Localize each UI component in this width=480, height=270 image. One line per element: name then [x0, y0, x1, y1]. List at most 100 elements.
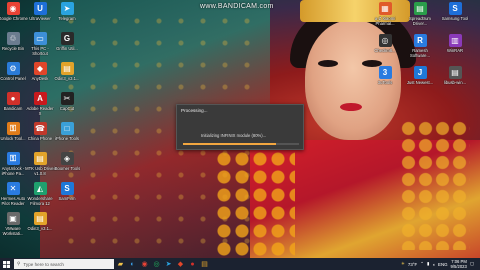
- progress-bar: [183, 143, 299, 145]
- tool-icon[interactable]: ▤: [199, 259, 210, 270]
- desktop-icon-label: Just Newest...: [406, 80, 434, 85]
- desktop-icon-label: Adobe Reader X: [26, 106, 54, 116]
- hermes-auto-pilot-reader-icon: ✕: [6, 182, 20, 195]
- desktop-icon-winrar[interactable]: ▥ WinRAR: [440, 34, 470, 53]
- language-indicator[interactable]: ENG: [438, 262, 448, 267]
- desktop-icon-label: Ramesh Software...: [409, 48, 430, 58]
- desktop-icon-label: Unlock Tool...: [0, 136, 26, 141]
- desktop-icon-label: Bandicam: [3, 106, 23, 111]
- volume-icon[interactable]: ◖: [432, 262, 435, 267]
- dialog-title: Processing...: [181, 108, 208, 113]
- windows-logo-icon: [2, 260, 10, 268]
- processing-dialog: Processing... Initializing INFINIX modul…: [176, 104, 304, 150]
- mtk-usb-driver-v1-0-8-icon: ▤: [33, 152, 47, 165]
- desktop-icon-libusb-win[interactable]: ▤ libusb-win...: [440, 66, 470, 85]
- desktop-icon-spreadtrum-driver[interactable]: ▤ Spreadtrum Driver...: [405, 2, 435, 26]
- iphone-tools-icon: □: [60, 122, 74, 135]
- desktop-icon-label: a-Z Xiaomi Pharmal...: [374, 16, 396, 26]
- desktop-icon-this-pc-shortcut[interactable]: ▭ This PC - Shortcut: [25, 32, 55, 56]
- desktop-icon-capcut[interactable]: ✂ CapCut: [52, 92, 82, 111]
- desktop-icon-google-chrome[interactable]: ◉ Google Chrome: [0, 2, 28, 21]
- desktop-icon-label: Samsung Tool: [441, 16, 469, 21]
- taskbar-search-box[interactable]: ⚲ Type here to search: [14, 259, 114, 269]
- wallpaper-flowers-left: [215, 150, 295, 258]
- desktop-icon-samsung-tool[interactable]: S Samsung Tool: [440, 2, 470, 21]
- desktop-icon-label: SamFirm: [58, 196, 76, 201]
- system-tray: ☀ 73°F ⌃ ▮ ◖ ENG 7:06 PM 9/5/2023 ▢: [401, 259, 480, 269]
- desktop-icon-china-phone[interactable]: ☎ China Phone: [25, 122, 55, 141]
- vmware-workstati-icon: ▣: [6, 212, 20, 225]
- desktop-icon-ramesh-software[interactable]: R Ramesh Software...: [405, 34, 435, 58]
- desktop-icon-checkm8[interactable]: ◎ Checkm8...: [370, 34, 400, 53]
- desktop-icon-label: AnyDesk: [31, 76, 49, 81]
- control-panel-icon: ⚙: [6, 62, 20, 75]
- chrome-icon[interactable]: ◉: [139, 259, 150, 270]
- desktop-icon-label: Hermes Auto Pilot Reader: [0, 196, 26, 206]
- desktop-icon-label: 3uTools: [377, 80, 393, 85]
- taskbar-clock[interactable]: 7:06 PM 9/5/2023: [451, 259, 467, 269]
- desktop-icon-label: iBoomer Tools: [53, 166, 81, 171]
- wallpaper-eye-left: [318, 60, 338, 67]
- desktop-icon-label: WinRAR: [446, 48, 464, 53]
- desktop-icon-griffin-util[interactable]: G Griffin Util...: [52, 32, 82, 51]
- odin3-v3-1-icon: ▤: [33, 212, 47, 225]
- desktop-icon-unlock-tool[interactable]: ⚿ Unlock Tool...: [0, 122, 28, 141]
- wallpaper-lips: [340, 103, 362, 111]
- 3utools-icon: 3: [378, 66, 392, 79]
- desktop-icon-label: AnyUnlock - iPhone Pa...: [1, 166, 25, 176]
- desktop-icon-label: China Phone: [27, 136, 53, 141]
- desktop-icon-just-newest[interactable]: J Just Newest...: [405, 66, 435, 85]
- anydesk-icon: ◆: [33, 62, 47, 75]
- desktop-icon-hermes-auto-pilot-reader[interactable]: ✕ Hermes Auto Pilot Reader: [0, 182, 28, 206]
- taskbar: ⚲ Type here to search ▰ ◐ ◉ ◎ ➤ ◆ ● ▤ ☀ …: [0, 258, 480, 270]
- desktop-icon-bandicam[interactable]: ● Bandicam: [0, 92, 28, 111]
- google-chrome-icon: ◉: [6, 2, 20, 15]
- ultraviewer-icon: U: [33, 2, 47, 15]
- tray-overflow-icon[interactable]: ⌃: [420, 261, 424, 267]
- desktop-icon-label: Griffin Util...: [56, 46, 78, 51]
- desktop-icon-control-panel[interactable]: ⚙ Control Panel: [0, 62, 28, 81]
- bandicam-icon[interactable]: ●: [187, 259, 198, 270]
- desktop-icon-label: Spreadtrum Driver...: [409, 16, 431, 26]
- desktop-icon-samfirm[interactable]: S SamFirm: [52, 182, 82, 201]
- network-icon[interactable]: ▮: [427, 261, 429, 267]
- search-icon: ⚲: [17, 261, 21, 266]
- edge-icon[interactable]: ◐: [127, 259, 138, 270]
- weather-icon: ☀: [400, 261, 405, 266]
- desktop-icon-a-z-xiaomi-pharmal[interactable]: ▦ a-Z Xiaomi Pharmal...: [370, 2, 400, 26]
- desktop-icon-iboomer-tools[interactable]: ◈ iBoomer Tools: [52, 152, 82, 171]
- progress-bar-fill: [183, 143, 276, 145]
- china-phone-icon: ☎: [33, 122, 47, 135]
- notification-icon[interactable]: ▢: [470, 261, 474, 267]
- ramesh-software-icon: R: [413, 34, 427, 47]
- telegram-icon[interactable]: ➤: [163, 259, 174, 270]
- desktop-icon-telegram[interactable]: ➤ Telegram: [52, 2, 82, 21]
- desktop-icon-recycle-bin[interactable]: ♲ Recycle Bin: [0, 32, 28, 51]
- winrar-icon: ▥: [448, 34, 462, 47]
- desktop-icon-ultraviewer[interactable]: U UltraViewer: [25, 2, 55, 21]
- a-z-xiaomi-pharmal-icon: ▦: [378, 2, 392, 15]
- file-explorer-icon[interactable]: ▰: [115, 259, 126, 270]
- desktop-icon-mtk-usb-driver-v1-0-8[interactable]: ▤ MTK Usb Driver v1.0.8: [25, 152, 55, 176]
- desktop-icon-label: CapCut: [59, 106, 75, 111]
- desktop-icon-label: Control Panel: [0, 76, 26, 81]
- desktop-icon-anyunlock-iphone-pa[interactable]: ⚿ AnyUnlock - iPhone Pa...: [0, 152, 28, 176]
- desktop-icon-3utools[interactable]: 3 3uTools: [370, 66, 400, 85]
- anydesk-icon[interactable]: ◆: [175, 259, 186, 270]
- whatsapp-icon[interactable]: ◎: [151, 259, 162, 270]
- desktop-icon-vmware-workstati[interactable]: ▣ VMware Workstati...: [0, 212, 28, 236]
- desktop-icon-odin3-v3-1[interactable]: ▤ Odin3_v3.1...: [25, 212, 55, 231]
- desktop-icon-label: VMware Workstati...: [2, 226, 24, 236]
- unlock-tool-icon: ⚿: [6, 122, 20, 135]
- desktop-icon-odin3-v3-1[interactable]: ▤ Odin3_v3.1...: [52, 62, 82, 81]
- desktop-icon-adobe-reader-x[interactable]: A Adobe Reader X: [25, 92, 55, 116]
- start-button[interactable]: [0, 258, 12, 270]
- desktop-icon-wondershare-filmora-12[interactable]: ◭ Wondershare Filmora 12: [25, 182, 55, 206]
- desktop-icon-label: Recycle Bin: [1, 46, 25, 51]
- bandicam-watermark: www.BANDICAM.com: [200, 3, 274, 10]
- desktop-icon-anydesk[interactable]: ◆ AnyDesk: [25, 62, 55, 81]
- checkm8-icon: ◎: [378, 34, 392, 47]
- desktop-icon-iphone-tools[interactable]: □ iPhone Tools: [52, 122, 82, 141]
- iboomer-tools-icon: ◈: [60, 152, 74, 165]
- weather-text[interactable]: 73°F: [408, 262, 417, 267]
